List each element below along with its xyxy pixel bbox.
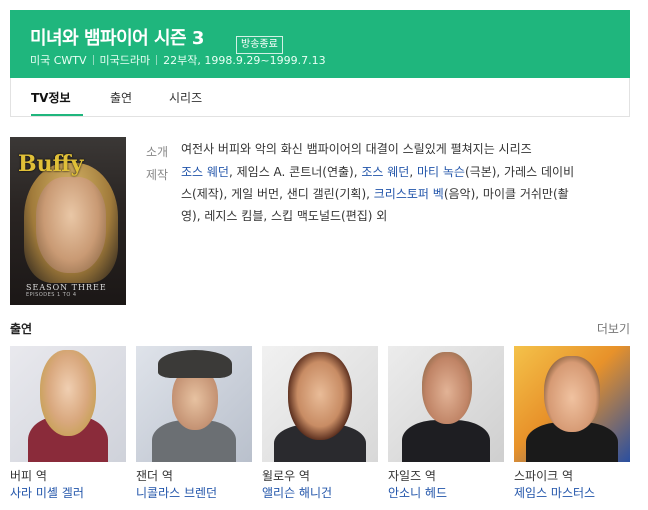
program-title[interactable]: 미녀와 뱀파이어 시즌 3 [30, 24, 204, 50]
cast-photo[interactable] [10, 346, 126, 462]
genre: 미국드라마 [99, 54, 151, 67]
production-line-3: 영), 레지스 킴블, 스킵 맥도널드(편집) 외 [181, 205, 611, 227]
photo-figure [402, 420, 490, 462]
cast-photo[interactable] [136, 346, 252, 462]
cast-card[interactable]: 스파이크 역 제임스 마스터스 [514, 346, 630, 502]
cast-section-title: 출연 [10, 322, 33, 336]
production-label: 제작 [146, 168, 169, 182]
tab-bar: TV정보 출연 시리즈 [10, 78, 630, 117]
program-meta: 미국 CWTV 미국드라마 22부작, 1998.9.29~1999.7.13 [30, 52, 326, 68]
credit-text: 영), 레지스 킴블, 스킵 맥도널드(편집) 외 [181, 209, 388, 223]
photo-head [288, 352, 352, 440]
production-line-1: 조스 웨던, 제임스 A. 콘트너(연출), 조스 웨던, 마티 녹슨(극본),… [181, 161, 611, 183]
cast-role: 윌로우 역 [262, 469, 310, 483]
cast-photo[interactable] [514, 346, 630, 462]
cast-card[interactable]: 자일즈 역 안소니 헤드 [388, 346, 504, 502]
photo-head [544, 356, 600, 432]
credit-text: (극본), 가레스 데이비 [464, 165, 575, 179]
summary-label: 소개 [146, 145, 169, 159]
cast-photo[interactable] [262, 346, 378, 462]
photo-head [422, 352, 472, 424]
cast-actor[interactable]: 제임스 마스터스 [514, 484, 630, 502]
summary-text: 여전사 버피와 악의 화신 뱀파이어의 대결이 스릴있게 펼쳐지는 시리즈 [181, 142, 532, 156]
more-link[interactable]: 더보기 [597, 320, 630, 337]
episodes-period: 22부작, 1998.9.29~1999.7.13 [163, 54, 326, 67]
poster-season: SEASON THREE [26, 283, 107, 292]
credit-text: (음악), 마이클 거쉬만(촬 [443, 187, 569, 201]
tab-tv-info[interactable]: TV정보 [31, 89, 71, 106]
production-text: 조스 웨던, 제임스 A. 콘트너(연출), 조스 웨던, 마티 녹슨(극본),… [181, 161, 611, 227]
credit-text: 스(제작), 게일 버먼, 샌디 갤린(기획), [181, 187, 374, 201]
credit-link[interactable]: 조스 웨던 [181, 165, 229, 179]
divider [92, 55, 94, 65]
cast-card[interactable]: 윌로우 역 앨리슨 해니건 [262, 346, 378, 502]
cast-role: 스파이크 역 [514, 469, 574, 483]
credit-text: , 제임스 A. 콘트너(연출), [228, 165, 362, 179]
cast-card[interactable]: 버피 역 사라 미셸 겔러 [10, 346, 126, 502]
photo-hat [158, 350, 232, 378]
credit-link[interactable]: 마티 녹슨 [417, 165, 465, 179]
cast-actor[interactable]: 앨리슨 해니건 [262, 484, 378, 502]
production-line-2: 스(제작), 게일 버먼, 샌디 갤린(기획), 크리스토퍼 벡(음악), 마이… [181, 183, 611, 205]
tab-series[interactable]: 시리즈 [169, 89, 202, 106]
cast-actor[interactable]: 안소니 헤드 [388, 484, 504, 502]
program-header: 미녀와 뱀파이어 시즌 3 방송종료 미국 CWTV 미국드라마 22부작, 199… [10, 10, 630, 78]
cast-actor[interactable]: 사라 미셸 겔러 [10, 484, 126, 502]
credit-link[interactable]: 조스 웨던 [361, 165, 409, 179]
poster-face [36, 177, 106, 273]
tab-cast[interactable]: 출연 [110, 89, 132, 106]
cast-actor[interactable]: 니콜라스 브렌던 [136, 484, 252, 502]
cast-role: 자일즈 역 [388, 469, 436, 483]
cast-role: 버피 역 [10, 469, 47, 483]
cast-card[interactable]: 잰더 역 니콜라스 브렌던 [136, 346, 252, 502]
cast-photo[interactable] [388, 346, 504, 462]
photo-head [40, 350, 96, 436]
poster-image[interactable]: Buffy SEASON THREE EPISODES 1 TO 4 [10, 137, 126, 305]
poster-logo: Buffy [18, 151, 84, 177]
cast-role: 잰더 역 [136, 469, 173, 483]
credit-link[interactable]: 크리스토퍼 벡 [374, 187, 444, 201]
divider [156, 55, 158, 65]
credit-text: , [409, 165, 417, 179]
poster-episodes: EPISODES 1 TO 4 [26, 292, 77, 298]
country-channel: 미국 CWTV [30, 54, 87, 67]
active-tab-indicator [31, 114, 83, 116]
